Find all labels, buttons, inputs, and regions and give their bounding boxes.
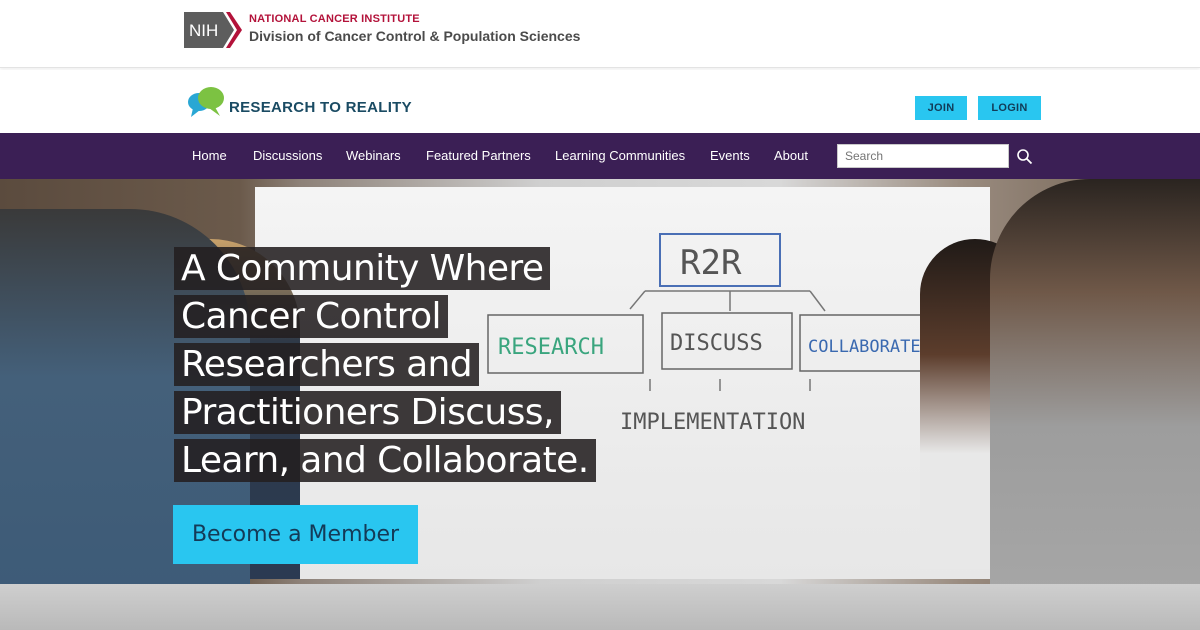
nav-item-events[interactable]: Events <box>710 148 750 163</box>
nih-institute-label: NATIONAL CANCER INSTITUTE <box>249 13 420 25</box>
login-button[interactable]: LOGIN <box>978 96 1041 120</box>
nih-banner: NIH NATIONAL CANCER INSTITUTE Division o… <box>0 0 1200 68</box>
headline-line: Practitioners Discuss, <box>174 391 561 434</box>
become-member-button[interactable]: Become a Member <box>173 505 418 564</box>
main-nav: Home Discussions Webinars Featured Partn… <box>0 133 1200 179</box>
whiteboard-title: R2R <box>680 243 742 283</box>
whiteboard-box-discuss: DISCUSS <box>670 331 763 356</box>
search-input[interactable] <box>837 144 1009 168</box>
person-image <box>990 179 1200 630</box>
nih-title-block[interactable]: NATIONAL CANCER INSTITUTE Division of Ca… <box>249 13 580 44</box>
whiteboard-box-collaborate: COLLABORATE <box>808 337 921 357</box>
speech-bubbles-icon[interactable] <box>187 85 225 119</box>
nih-logo-text: NIH <box>189 21 218 40</box>
site-logo-text[interactable]: RESEARCH TO REALITY <box>229 99 412 116</box>
nav-item-home[interactable]: Home <box>192 148 227 163</box>
nav-item-discussions[interactable]: Discussions <box>253 148 322 163</box>
hero-headline: A Community Where Cancer Control Researc… <box>174 247 596 487</box>
site-header: RESEARCH TO REALITY JOIN LOGIN <box>0 70 1200 133</box>
nih-division-label: Division of Cancer Control & Population … <box>249 28 581 44</box>
nav-item-learning-communities[interactable]: Learning Communities <box>555 148 685 163</box>
whiteboard-bottom-label: IMPLEMENTATION <box>620 410 805 435</box>
nav-item-about[interactable]: About <box>774 148 808 163</box>
headline-line: Cancer Control <box>174 295 448 338</box>
nav-item-featured-partners[interactable]: Featured Partners <box>426 148 531 163</box>
headline-line: Researchers and <box>174 343 480 386</box>
headline-line: A Community Where <box>174 247 551 290</box>
nav-item-webinars[interactable]: Webinars <box>346 148 401 163</box>
headline-line: Learn, and Collaborate. <box>174 439 596 482</box>
hero-banner: R2R RESEARCH DISCUSS COLLABORATE IMPLEME… <box>0 179 1200 630</box>
search-icon[interactable] <box>1016 148 1033 165</box>
table-image <box>0 584 1200 630</box>
nih-logo[interactable]: NIH <box>184 12 242 48</box>
join-button[interactable]: JOIN <box>915 96 967 120</box>
